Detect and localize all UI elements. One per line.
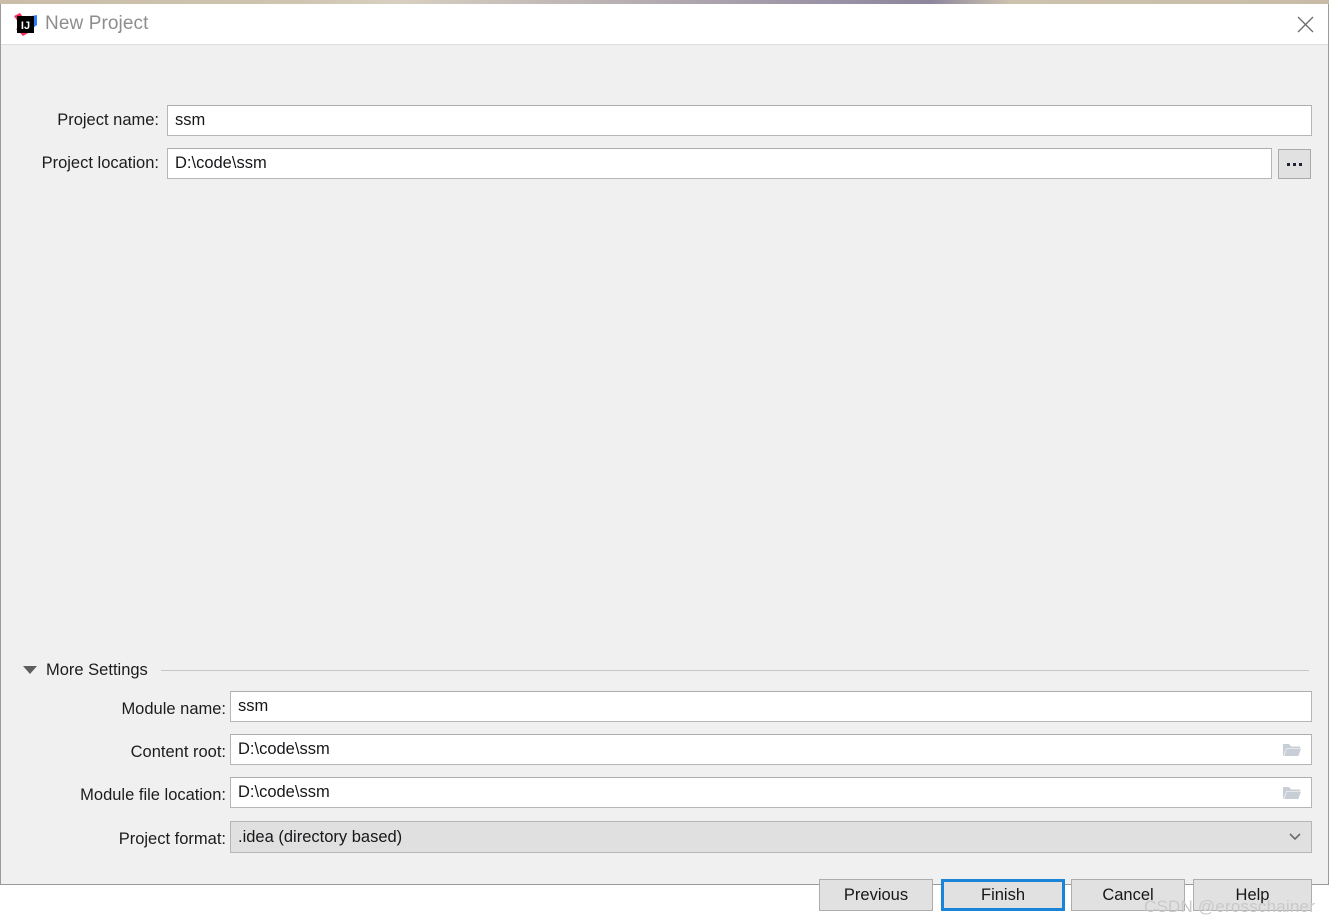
content-root-input[interactable]: D:\code\ssm — [230, 734, 1312, 765]
close-icon[interactable] — [1282, 4, 1328, 44]
chevron-down-icon[interactable] — [1286, 828, 1304, 847]
more-settings-toggle[interactable]: More Settings — [23, 658, 1311, 682]
module-file-location-value: D:\code\ssm — [238, 783, 330, 801]
module-file-location-input[interactable]: D:\code\ssm — [230, 777, 1312, 808]
module-name-label: Module name: — [121, 700, 226, 718]
module-name-value: ssm — [238, 697, 269, 715]
dialog-body: Project name: ssm Project location: D:\c… — [1, 45, 1328, 916]
new-project-dialog: IJ New Project Project name: ssm Project… — [0, 4, 1329, 916]
project-name-value: ssm — [175, 111, 206, 129]
content-root-value: D:\code\ssm — [238, 740, 330, 758]
dialog-title: New Project — [45, 13, 149, 34]
project-format-select[interactable]: .idea (directory based) — [230, 821, 1312, 853]
intellij-idea-logo-icon: IJ — [14, 13, 37, 36]
content-root-label: Content root: — [130, 743, 226, 761]
more-settings-label: More Settings — [46, 660, 148, 679]
dialog-titlebar: IJ New Project — [1, 4, 1328, 45]
project-name-label: Project name: — [57, 111, 159, 129]
section-separator — [160, 669, 1309, 671]
project-location-label: Project location: — [41, 154, 159, 172]
project-location-input[interactable]: D:\code\ssm — [167, 148, 1272, 179]
module-file-location-label: Module file location: — [80, 786, 226, 804]
project-name-input[interactable]: ssm — [167, 105, 1312, 136]
csdn-watermark: CSDN @erosschainer — [1144, 897, 1316, 916]
ellipsis-icon — [1287, 162, 1302, 166]
project-location-browse-button[interactable] — [1278, 149, 1311, 179]
project-location-value: D:\code\ssm — [175, 154, 267, 172]
folder-icon[interactable] — [1282, 785, 1302, 801]
finish-button[interactable]: Finish — [941, 879, 1065, 911]
previous-button[interactable]: Previous — [819, 879, 933, 911]
svg-text:IJ: IJ — [21, 20, 30, 32]
module-name-input[interactable]: ssm — [230, 691, 1312, 722]
project-format-value: .idea (directory based) — [238, 827, 403, 846]
folder-icon[interactable] — [1282, 742, 1302, 758]
project-format-label: Project format: — [118, 830, 226, 848]
triangle-down-icon — [23, 666, 37, 674]
